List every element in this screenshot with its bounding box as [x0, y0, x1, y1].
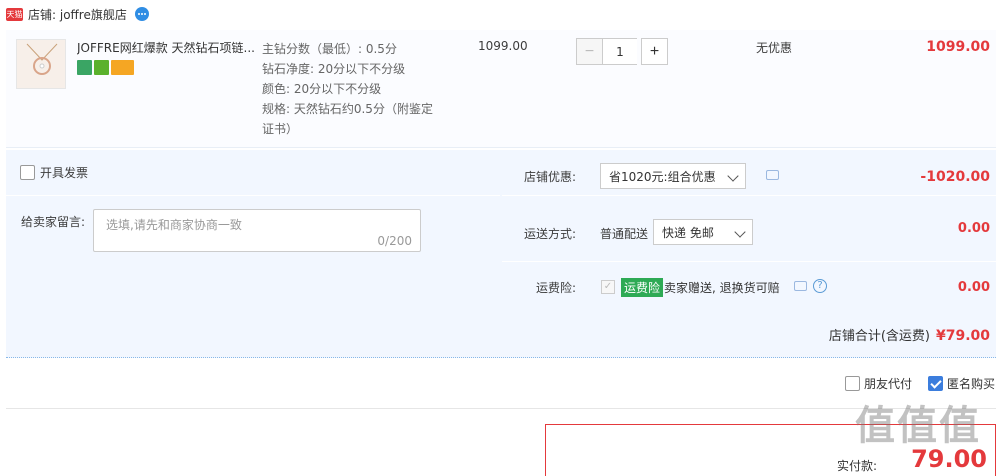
- prop-line: 颜色: 20分以下不分级: [262, 82, 382, 96]
- service-badges: [77, 60, 134, 75]
- product-title[interactable]: JOFFRE网红爆款 天然钻石项链...: [77, 39, 262, 56]
- shop-discount-value: 省1020元:组合优惠: [609, 169, 716, 184]
- prop-line: 证书）: [262, 122, 299, 136]
- message-label: 给卖家留言:: [21, 215, 86, 229]
- increase-quantity-button[interactable]: +: [641, 38, 668, 65]
- insurance-checkbox[interactable]: ✓: [601, 280, 615, 294]
- message-bubble-icon[interactable]: [766, 170, 779, 180]
- order-details: 开具发票 给卖家留言: 选填,请先和商家协商一致 0/200 店铺优惠: 省10…: [6, 150, 996, 358]
- insurance-row: 运费险: ✓ 运费险 卖家赠送, 退换货可赔 ? 0.00: [502, 262, 996, 306]
- prop-line: 规格: 天然钻石约0.5分（附鉴定: [262, 102, 433, 116]
- insurance-tag: 运费险: [621, 278, 664, 297]
- shop-discount-label: 店铺优惠:: [523, 170, 576, 184]
- insurance-text: 卖家赠送, 退换货可赔: [664, 281, 780, 295]
- shipping-value: 快递 免邮: [662, 225, 714, 240]
- message-textarea[interactable]: 选填,请先和商家协商一致 0/200: [93, 209, 421, 252]
- friend-pay-checkbox[interactable]: [844, 376, 860, 391]
- quantity-input[interactable]: [603, 38, 637, 65]
- friend-pay-option[interactable]: 朋友代付: [844, 375, 912, 392]
- shop-discount-row: 店铺优惠: 省1020元:组合优惠 -1020.00: [502, 150, 996, 196]
- item-total: 1099.00: [926, 39, 990, 55]
- item-discount: 无优惠: [756, 41, 793, 55]
- guarantee-icon[interactable]: [94, 60, 109, 75]
- message-placeholder: 选填,请先和商家协商一致: [106, 218, 242, 232]
- shop-total-label: 店铺合计(含运费): [828, 329, 930, 344]
- shop-total-amount: ¥79.00: [935, 328, 990, 344]
- credit-card-icon[interactable]: [111, 60, 134, 75]
- shop-discount-amount: -1020.00: [920, 169, 990, 185]
- help-icon[interactable]: ?: [813, 279, 827, 293]
- chevron-down-icon: [734, 226, 746, 238]
- shop-discount-select[interactable]: 省1020元:组合优惠: [600, 163, 746, 189]
- product-thumbnail[interactable]: [16, 39, 66, 89]
- message-char-counter: 0/200: [377, 234, 412, 248]
- invoice-checkbox[interactable]: [20, 165, 35, 180]
- quantity-stepper: − +: [576, 38, 668, 65]
- insurance-amount: 0.00: [957, 280, 990, 295]
- divider: [6, 408, 996, 409]
- shop-name[interactable]: 店铺: joffre旗舰店: [28, 6, 127, 23]
- prop-line: 钻石净度: 20分以下不分级: [262, 62, 406, 76]
- insurance-label: 运费险:: [535, 281, 576, 295]
- chat-icon[interactable]: [133, 6, 151, 22]
- invoice-label: 开具发票: [40, 166, 89, 180]
- order-item: JOFFRE网红爆款 天然钻石项链... 主钻分数（最低）: 0.5分 钻石净度…: [6, 30, 996, 148]
- message-row: 给卖家留言: 选填,请先和商家协商一致 0/200: [6, 197, 500, 306]
- anonymous-label: 匿名购买: [946, 377, 995, 391]
- shop-total: 店铺合计(含运费) ¥79.00: [829, 325, 990, 344]
- chevron-down-icon: [727, 170, 739, 182]
- prop-line: 主钻分数（最低）: 0.5分: [262, 42, 397, 56]
- shop-header: 天猫 店铺: joffre旗舰店: [6, 4, 151, 24]
- friend-pay-label: 朋友代付: [863, 377, 912, 391]
- shipping-label: 运送方式:: [523, 227, 576, 241]
- invoice-row[interactable]: 开具发票: [6, 150, 500, 196]
- tmall-badge: 天猫: [6, 7, 23, 21]
- left-column: 开具发票 给卖家留言: 选填,请先和商家协商一致 0/200: [6, 150, 500, 306]
- payment-label: 实付款:: [836, 459, 877, 473]
- product-props: 主钻分数（最低）: 0.5分 钻石净度: 20分以下不分级 颜色: 20分以下不…: [262, 39, 447, 139]
- unit-price: 1099.00: [478, 39, 528, 53]
- shipping-type: 普通配送: [600, 227, 649, 241]
- anonymous-checkbox[interactable]: [927, 376, 943, 391]
- shipping-amount: 0.00: [957, 221, 990, 236]
- decrease-quantity-button[interactable]: −: [576, 38, 603, 65]
- message-bubble-icon[interactable]: [794, 281, 807, 291]
- shipping-row: 运送方式: 普通配送 快递 免邮 0.00: [502, 196, 996, 262]
- purchase-options: 朋友代付 匿名购买: [829, 375, 995, 392]
- seven-day-return-icon[interactable]: [77, 60, 92, 75]
- right-column: 店铺优惠: 省1020元:组合优惠 -1020.00 运送方式: 普通配送 快递…: [502, 150, 996, 306]
- shipping-select[interactable]: 快递 免邮: [653, 219, 753, 245]
- watermark: 值值值: [855, 403, 981, 449]
- anonymous-option[interactable]: 匿名购买: [927, 375, 995, 392]
- necklace-image-icon: [26, 43, 58, 75]
